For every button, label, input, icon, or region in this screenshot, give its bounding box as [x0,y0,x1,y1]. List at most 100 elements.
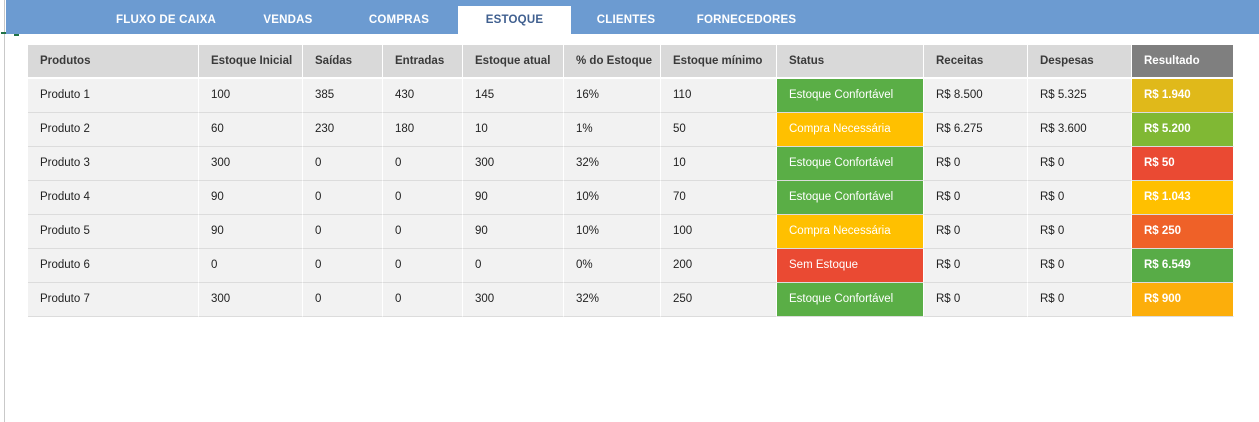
table-row: Produto 5 90 0 0 90 10% 100 Compra Neces… [28,215,1234,249]
table-row: Produto 1 100 385 430 145 16% 110 Estoqu… [28,79,1234,113]
cell-estoque-minimo[interactable]: 100 [661,215,777,249]
cell-estoque-minimo[interactable]: 70 [661,181,777,215]
cell-despesas[interactable]: R$ 3.600 [1028,113,1132,147]
tab-estoque[interactable]: ESTOQUE [458,6,571,34]
cell-estoque-atual[interactable]: 90 [463,181,564,215]
cell-status[interactable]: Estoque Confortável [777,79,924,113]
cell-estoque-minimo[interactable]: 200 [661,249,777,283]
cell-pct-estoque[interactable]: 32% [564,283,661,317]
cell-entradas[interactable]: 0 [383,283,463,317]
cell-saidas[interactable]: 0 [303,147,383,181]
cell-status[interactable]: Estoque Confortável [777,283,924,317]
cell-despesas[interactable]: R$ 5.325 [1028,79,1132,113]
cell-pct-estoque[interactable]: 32% [564,147,661,181]
tab-compras[interactable]: COMPRAS [340,6,458,34]
cell-resultado[interactable]: R$ 50 [1132,147,1234,181]
cell-produto[interactable]: Produto 3 [28,147,199,181]
cell-estoque-minimo[interactable]: 110 [661,79,777,113]
cell-estoque-minimo[interactable]: 50 [661,113,777,147]
cell-receitas[interactable]: R$ 0 [924,283,1028,317]
cell-despesas[interactable]: R$ 0 [1028,283,1132,317]
cell-estoque-atual[interactable]: 90 [463,215,564,249]
header-despesas[interactable]: Despesas [1028,45,1132,79]
cell-saidas[interactable]: 0 [303,283,383,317]
header-produtos[interactable]: Produtos [28,45,199,79]
table-row: Produto 2 60 230 180 10 1% 50 Compra Nec… [28,113,1234,147]
cell-entradas[interactable]: 0 [383,181,463,215]
cell-entradas[interactable]: 0 [383,215,463,249]
cell-pct-estoque[interactable]: 10% [564,215,661,249]
cell-resultado[interactable]: R$ 1.940 [1132,79,1234,113]
cell-receitas[interactable]: R$ 6.275 [924,113,1028,147]
header-estoque-minimo[interactable]: Estoque mínimo [661,45,777,79]
cell-estoque-inicial[interactable]: 0 [199,249,303,283]
cell-pct-estoque[interactable]: 1% [564,113,661,147]
cell-saidas[interactable]: 0 [303,181,383,215]
cell-estoque-inicial[interactable]: 60 [199,113,303,147]
cell-entradas[interactable]: 180 [383,113,463,147]
cell-despesas[interactable]: R$ 0 [1028,147,1132,181]
header-pct-estoque[interactable]: % do Estoque [564,45,661,79]
cell-saidas[interactable]: 0 [303,215,383,249]
cell-estoque-inicial[interactable]: 90 [199,215,303,249]
cell-resultado[interactable]: R$ 5.200 [1132,113,1234,147]
header-entradas[interactable]: Entradas [383,45,463,79]
cell-produto[interactable]: Produto 7 [28,283,199,317]
cell-status[interactable]: Estoque Confortável [777,181,924,215]
cell-estoque-atual[interactable]: 145 [463,79,564,113]
tab-vendas[interactable]: VENDAS [236,6,340,34]
table-row: Produto 6 0 0 0 0 0% 200 Sem Estoque R$ … [28,249,1234,283]
cell-despesas[interactable]: R$ 0 [1028,181,1132,215]
tab-clientes[interactable]: CLIENTES [571,6,681,34]
cell-estoque-atual[interactable]: 300 [463,147,564,181]
cell-receitas[interactable]: R$ 0 [924,249,1028,283]
cell-estoque-inicial[interactable]: 100 [199,79,303,113]
cell-estoque-atual[interactable]: 300 [463,283,564,317]
cell-entradas[interactable]: 0 [383,147,463,181]
table-header-row: Produtos Estoque Inicial Saídas Entradas… [28,45,1234,79]
cell-estoque-inicial[interactable]: 300 [199,147,303,181]
cell-saidas[interactable]: 385 [303,79,383,113]
cell-pct-estoque[interactable]: 16% [564,79,661,113]
cell-resultado[interactable]: R$ 250 [1132,215,1234,249]
cell-despesas[interactable]: R$ 0 [1028,249,1132,283]
header-receitas[interactable]: Receitas [924,45,1028,79]
cell-estoque-atual[interactable]: 10 [463,113,564,147]
tab-fluxo-de-caixa[interactable]: FLUXO DE CAIXA [96,6,236,34]
cell-resultado[interactable]: R$ 1.043 [1132,181,1234,215]
cell-produto[interactable]: Produto 2 [28,113,199,147]
header-estoque-inicial[interactable]: Estoque Inicial [199,45,303,79]
cell-pct-estoque[interactable]: 10% [564,181,661,215]
cell-receitas[interactable]: R$ 8.500 [924,79,1028,113]
cell-estoque-minimo[interactable]: 250 [661,283,777,317]
cell-receitas[interactable]: R$ 0 [924,215,1028,249]
cell-produto[interactable]: Produto 4 [28,181,199,215]
header-estoque-atual[interactable]: Estoque atual [463,45,564,79]
tab-fornecedores[interactable]: FORNECEDORES [681,6,812,34]
cell-despesas[interactable]: R$ 0 [1028,215,1132,249]
navigation-bar: FLUXO DE CAIXA VENDAS COMPRAS ESTOQUE CL… [6,0,1259,34]
cell-resultado[interactable]: R$ 900 [1132,283,1234,317]
cell-estoque-minimo[interactable]: 10 [661,147,777,181]
cell-status[interactable]: Estoque Confortável [777,147,924,181]
cell-estoque-inicial[interactable]: 90 [199,181,303,215]
header-status[interactable]: Status [777,45,924,79]
cell-status[interactable]: Compra Necessária [777,113,924,147]
cell-estoque-inicial[interactable]: 300 [199,283,303,317]
cell-saidas[interactable]: 0 [303,249,383,283]
cell-status[interactable]: Sem Estoque [777,249,924,283]
cell-pct-estoque[interactable]: 0% [564,249,661,283]
cell-status[interactable]: Compra Necessária [777,215,924,249]
cell-receitas[interactable]: R$ 0 [924,147,1028,181]
header-resultado[interactable]: Resultado [1132,45,1234,79]
cell-receitas[interactable]: R$ 0 [924,181,1028,215]
cell-saidas[interactable]: 230 [303,113,383,147]
cell-entradas[interactable]: 0 [383,249,463,283]
header-saidas[interactable]: Saídas [303,45,383,79]
cell-entradas[interactable]: 430 [383,79,463,113]
cell-produto[interactable]: Produto 5 [28,215,199,249]
cell-produto[interactable]: Produto 1 [28,79,199,113]
cell-estoque-atual[interactable]: 0 [463,249,564,283]
cell-resultado[interactable]: R$ 6.549 [1132,249,1234,283]
cell-produto[interactable]: Produto 6 [28,249,199,283]
